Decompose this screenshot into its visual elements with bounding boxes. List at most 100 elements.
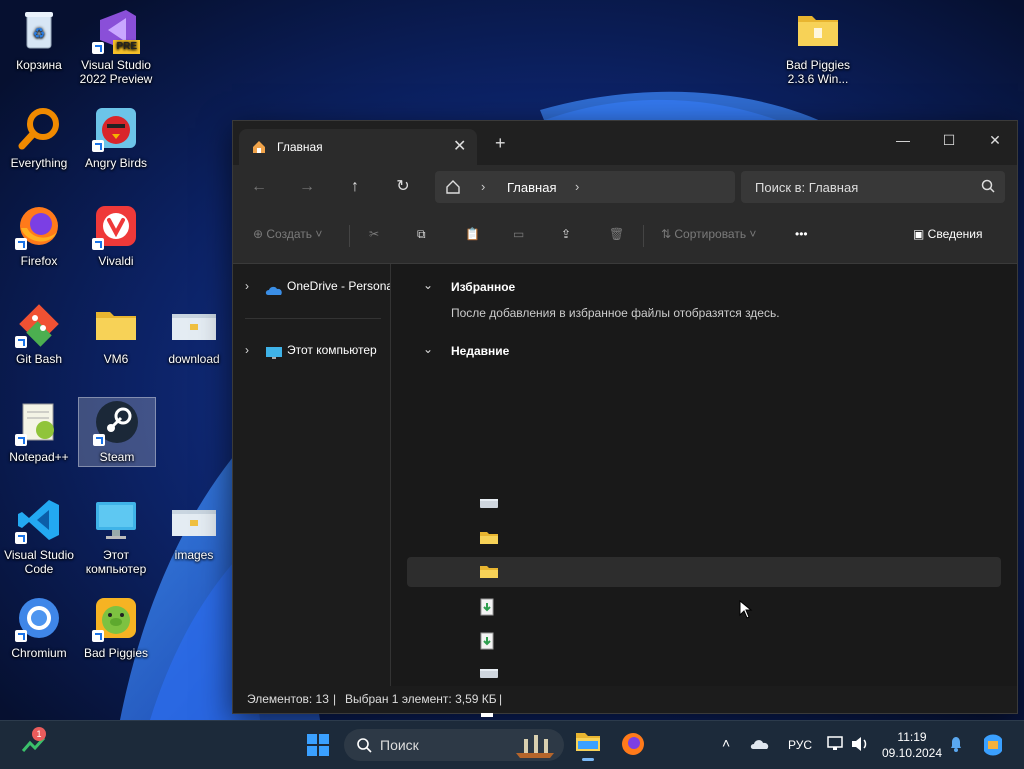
share-icon[interactable]: ⇪ (561, 227, 571, 241)
drive-icon (479, 666, 499, 683)
toolbar-divider (349, 225, 350, 247)
desktop-icon-visual-studio[interactable]: PRE Visual Studio 2022 Preview (78, 6, 154, 86)
tab-home[interactable]: Главная ✕ (239, 129, 477, 165)
chevron-right-icon[interactable]: › (575, 179, 579, 194)
paste-icon[interactable]: 📋 (465, 227, 480, 241)
chevron-right-icon[interactable]: › (245, 338, 249, 362)
input-language-indicator[interactable]: РУС (788, 738, 812, 752)
list-item[interactable] (407, 489, 1001, 519)
search-box[interactable]: Поиск в: Главная (741, 171, 1005, 203)
notification-badge: 1 (32, 727, 46, 741)
shortcut-arrow-icon (92, 238, 104, 250)
title-bar: Главная ✕ + — ☐ ✕ (233, 121, 1017, 165)
firefox-taskbar-button[interactable] (620, 731, 646, 762)
desktop-icon-vivaldi[interactable]: Vivaldi (78, 202, 154, 268)
folder-icon (576, 733, 600, 751)
nav-item-this-pc[interactable]: › Этот компьютер (233, 338, 390, 362)
maximize-button[interactable]: ☐ (929, 127, 969, 153)
item-count: Элементов: 13 (247, 692, 329, 706)
more-options-button[interactable]: ••• (795, 227, 808, 241)
desktop-icon-firefox[interactable]: Firefox (1, 202, 77, 268)
tab-title: Главная (277, 140, 323, 154)
desktop-icon-label: Корзина (16, 58, 62, 72)
desktop-icon-vm6-folder[interactable]: VM6 (78, 300, 154, 366)
file-explorer-taskbar-button[interactable] (574, 729, 602, 761)
desktop-icon-bad-piggies[interactable]: Bad Piggies (78, 594, 154, 660)
shortcut-arrow-icon (15, 434, 27, 446)
desktop-icon-chromium[interactable]: Chromium (1, 594, 77, 660)
everything-search-icon (15, 104, 63, 152)
nav-item-onedrive[interactable]: › OneDrive - Personal (233, 274, 390, 298)
cut-icon[interactable]: ✂ (369, 227, 379, 241)
minimize-button[interactable]: — (883, 127, 923, 153)
onedrive-icon[interactable] (750, 737, 770, 751)
list-item[interactable] (407, 523, 1001, 553)
clock[interactable]: 11:19 09.10.2024 (880, 729, 944, 761)
command-bar: ⊕ Создать ˅ ✂ ⧉ 📋 ▭ ⇪ 🗑 ⇅ Сортировать ˅ … (233, 209, 1017, 264)
up-button[interactable]: ↑ (343, 175, 367, 199)
chevron-right-icon[interactable]: › (245, 274, 249, 298)
widgets-button[interactable]: 1 (20, 727, 48, 759)
copilot-icon[interactable] (980, 733, 1006, 757)
toolbar-divider (643, 225, 644, 247)
firefox-icon (622, 733, 644, 755)
forward-button[interactable]: → (295, 175, 319, 199)
installer-icon (479, 632, 495, 653)
start-button[interactable] (306, 733, 330, 762)
status-divider: | (499, 692, 503, 706)
desktop-icon-angry-birds[interactable]: Angry Birds (78, 104, 154, 170)
shortcut-arrow-icon (15, 238, 27, 250)
notification-bell-icon[interactable] (948, 735, 964, 753)
desktop-icon-label: images (174, 548, 214, 562)
home-content: ⌄ Избранное После добавления в избранное… (391, 264, 1017, 717)
sort-button[interactable]: ⇅ Сортировать ˅ (661, 227, 756, 241)
back-button[interactable]: ← (247, 175, 271, 199)
volume-icon[interactable] (850, 735, 870, 753)
desktop-icon-download-folder[interactable]: download (156, 300, 232, 366)
list-item[interactable] (407, 591, 1001, 621)
desktop-icon-vscode[interactable]: Visual Studio Code (1, 496, 77, 576)
search-placeholder: Поиск (380, 737, 419, 753)
refresh-button[interactable]: ↻ (391, 175, 415, 199)
address-bar[interactable]: › Главная › (435, 171, 735, 203)
navigation-bar: ← → ↑ ↻ › Главная › Поиск в: Главная (233, 165, 1017, 209)
details-pane-button[interactable]: ▣ Сведения (913, 227, 983, 241)
shortcut-arrow-icon (15, 336, 27, 348)
search-icon (356, 737, 372, 758)
create-button[interactable]: ⊕ Создать ˅ (253, 227, 322, 241)
desktop-icon-notepad-plus-plus[interactable]: Notepad++ (1, 398, 77, 464)
close-tab-icon[interactable]: ✕ (453, 136, 466, 156)
chevron-right-icon[interactable]: › (481, 179, 485, 194)
desktop-icon-recycle-bin[interactable]: ♻ Корзина (1, 6, 77, 72)
desktop-icon-images-folder[interactable]: images (156, 496, 232, 562)
network-icon[interactable] (826, 735, 844, 753)
show-hidden-icons-chevron-up-icon[interactable]: ˄ (722, 735, 730, 751)
recent-heading[interactable]: Недавние (451, 344, 509, 358)
desktop-icon-label: Everything (10, 156, 68, 170)
desktop-icon-git-bash[interactable]: Git Bash (1, 300, 77, 366)
desktop-icon-bad-piggies-archive[interactable]: Bad Piggies 2.3.6 Win... (780, 6, 856, 86)
list-item[interactable] (407, 557, 1001, 587)
desktop-icon-steam[interactable]: Steam (78, 397, 156, 467)
windows-logo-icon (307, 734, 329, 756)
desktop-icon-this-pc[interactable]: Этот компьютер (78, 496, 154, 576)
chevron-down-icon[interactable]: ⌄ (423, 278, 433, 292)
home-icon (251, 139, 267, 158)
delete-icon[interactable]: 🗑 (609, 227, 624, 241)
desktop-icon-label: Этот компьютер (85, 548, 147, 576)
desktop-icon-label: Git Bash (15, 352, 63, 366)
bad-piggies-icon (92, 594, 140, 642)
list-item[interactable] (407, 659, 1001, 689)
preview-badge: PRE (113, 40, 140, 54)
copy-icon[interactable]: ⧉ (417, 227, 426, 242)
favorites-heading[interactable]: Избранное (451, 280, 515, 294)
list-item[interactable] (407, 625, 1001, 655)
chevron-down-icon[interactable]: ⌄ (423, 342, 433, 356)
installer-icon (479, 598, 495, 619)
desktop-icon-everything[interactable]: Everything (1, 104, 77, 170)
rename-icon[interactable]: ▭ (513, 227, 524, 241)
taskbar-search[interactable]: Поиск (344, 729, 564, 761)
breadcrumb-location[interactable]: Главная (507, 180, 556, 195)
new-tab-button[interactable]: + (495, 133, 506, 154)
close-window-button[interactable]: ✕ (975, 127, 1015, 153)
